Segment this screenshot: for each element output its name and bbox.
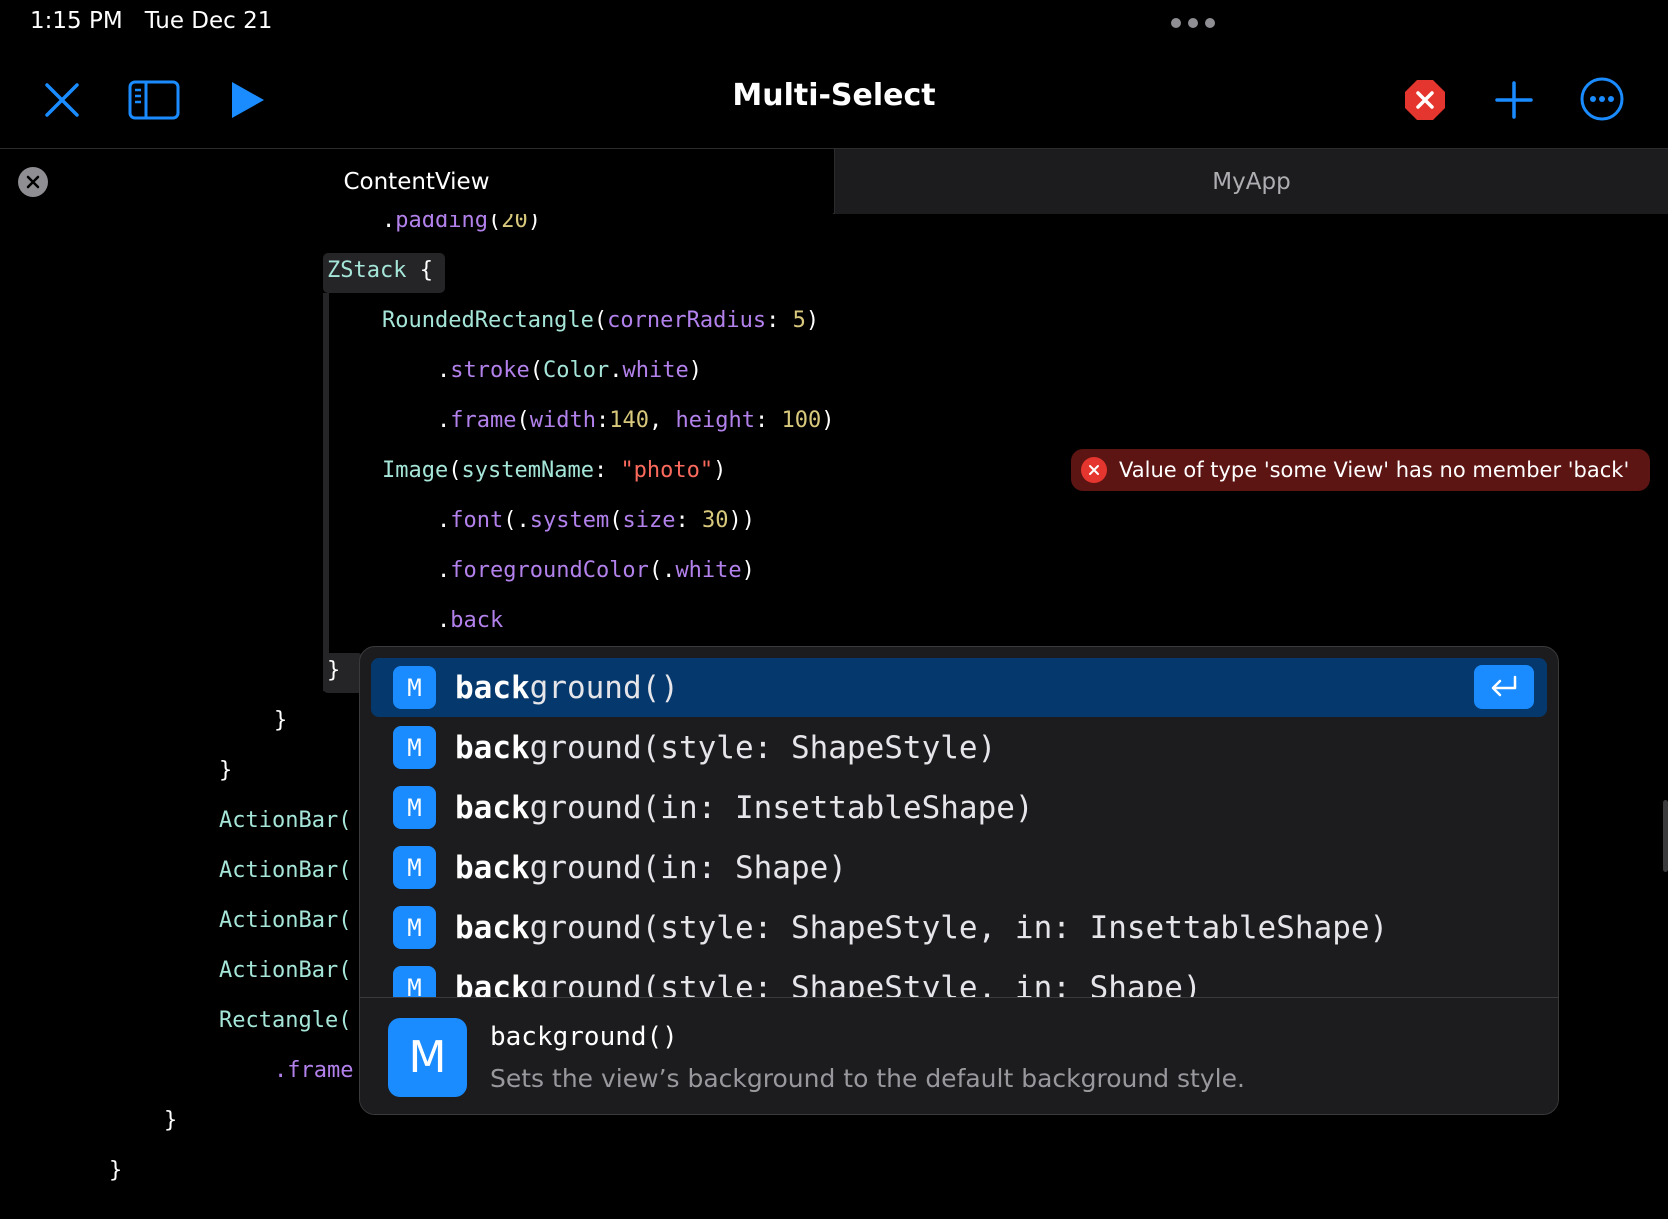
status-date: Tue Dec 21 (144, 8, 273, 34)
tab-label: MyApp (1212, 168, 1291, 195)
tab-myapp[interactable]: MyApp (834, 149, 1668, 214)
code-line: } (219, 758, 233, 783)
return-key-icon[interactable] (1474, 665, 1534, 709)
completion-item[interactable]: M background(style: ShapeStyle, in: Shap… (371, 958, 1547, 997)
tab-bar: ContentView MyApp (0, 148, 1668, 214)
code-line: ActionBar( (219, 858, 352, 883)
method-badge-icon: M (393, 726, 436, 769)
code-line: ActionBar( (219, 808, 352, 833)
method-badge-icon: M (393, 666, 436, 709)
plus-icon[interactable] (1490, 76, 1538, 124)
completion-item[interactable]: M background(in: InsettableShape) (371, 778, 1547, 837)
method-badge-icon: M (393, 786, 436, 829)
status-time: 1:15 PM (30, 8, 123, 34)
code-line: ZStack { (327, 258, 433, 283)
method-badge-icon: M (393, 846, 436, 889)
method-badge-large-icon: M (388, 1018, 467, 1097)
completion-list[interactable]: M background() M background(style: Shape… (360, 647, 1558, 997)
code-line: Rectangle( (219, 1008, 352, 1033)
error-annotation[interactable]: Value of type 'some View' has no member … (1071, 449, 1650, 491)
detail-signature: background() (490, 1022, 678, 1052)
scope-rail (323, 293, 329, 691)
detail-description: Sets the view’s background to the defaul… (490, 1064, 1245, 1093)
code-line: .foregroundColor(.white) (437, 558, 755, 583)
code-line: .frame (274, 1058, 354, 1083)
multitasking-dots-icon[interactable] (1171, 18, 1215, 28)
status-bar: 1:15 PM Tue Dec 21 (30, 8, 272, 38)
tab-label: ContentView (343, 168, 490, 195)
code-line: .font(.system(size: 30)) (437, 508, 755, 533)
completion-item[interactable]: M background(style: ShapeStyle) (371, 718, 1547, 777)
scroll-indicator[interactable] (1663, 800, 1668, 872)
code-line: ActionBar( (219, 908, 352, 933)
code-line-current: .back (437, 608, 504, 633)
method-badge-icon: M (393, 906, 436, 949)
completion-signature: background() (455, 669, 679, 706)
code-line: RoundedRectangle(cornerRadius: 5) (382, 308, 820, 333)
error-circle-icon (1081, 457, 1107, 483)
code-line: ActionBar( (219, 958, 352, 983)
tab-close-icon[interactable] (18, 167, 48, 197)
completion-detail: M background() Sets the view’s backgroun… (360, 997, 1558, 1114)
error-icon[interactable] (1401, 76, 1449, 124)
method-badge-icon: M (393, 966, 436, 997)
code-line: } (109, 1158, 123, 1183)
completion-item[interactable]: M background(in: Shape) (371, 838, 1547, 897)
more-icon[interactable] (1577, 74, 1627, 124)
code-line: .stroke(Color.white) (437, 358, 702, 383)
tab-contentview[interactable]: ContentView (0, 149, 833, 214)
completion-signature: background(style: ShapeStyle) (455, 729, 997, 766)
completion-signature: background(style: ShapeStyle, in: Shape) (455, 969, 1202, 998)
code-line: } (274, 708, 288, 733)
completion-signature: background(in: InsettableShape) (455, 789, 1034, 826)
completion-item-selected[interactable]: M background() (371, 658, 1547, 717)
code-line: Image(systemName: "photo") (382, 458, 727, 483)
error-message: Value of type 'some View' has no member … (1119, 458, 1630, 482)
code-line: .frame(width:140, height: 100) (437, 408, 835, 433)
completion-item[interactable]: M background(style: ShapeStyle, in: Inse… (371, 898, 1547, 957)
completion-popup: M background() M background(style: Shape… (359, 646, 1559, 1115)
completion-signature: background(in: Shape) (455, 849, 847, 886)
code-line: } (327, 658, 354, 683)
completion-signature: background(style: ShapeStyle, in: Insett… (455, 909, 1389, 946)
code-line: } (164, 1108, 178, 1133)
code-line: .padding(20) (382, 214, 541, 233)
